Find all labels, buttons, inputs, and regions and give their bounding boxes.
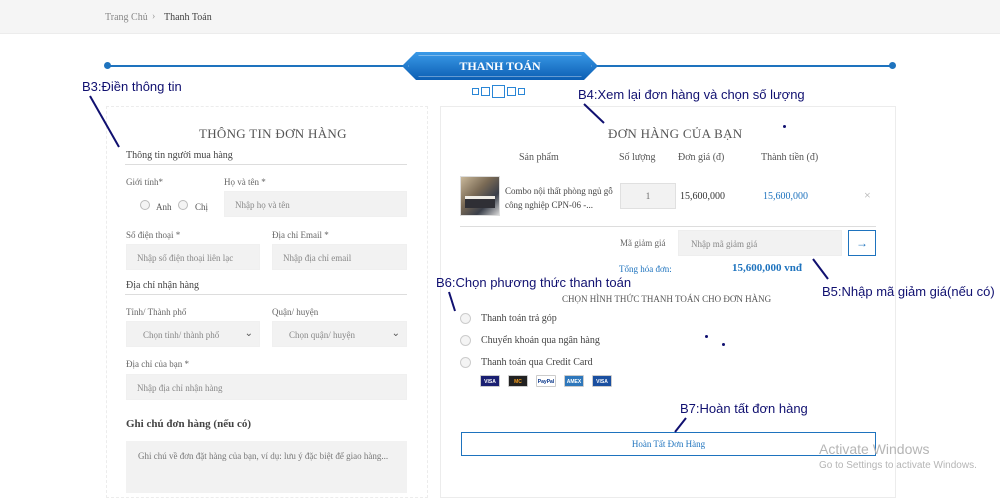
card-logos: VISA MC PayPal AMEX VISA (480, 375, 612, 387)
province-label: Tỉnh/ Thành phố (126, 307, 187, 317)
product-name-link[interactable]: Combo nội thất phòng ngủ gỗ công nghiệp … (505, 184, 617, 212)
cart-row-divider (460, 226, 876, 227)
gender-label-anh: Anh (156, 202, 172, 212)
payment-radio-installment[interactable] (460, 313, 471, 324)
payment-option-installment[interactable]: Thanh toán trả góp (481, 313, 557, 324)
payment-radio-credit-card[interactable] (460, 357, 471, 368)
province-select-value: Chọn tỉnh/ thành phố (143, 330, 220, 340)
payment-option-bank-transfer[interactable]: Chuyển khoản qua ngân hàng (481, 335, 600, 346)
column-header-subtotal: Thành tiền (đ) (761, 152, 819, 163)
visa-card-icon: VISA (480, 375, 500, 387)
payment-heading: CHỌN HÌNH THỨC THANH TOÁN CHO ĐƠN HÀNG (562, 294, 772, 304)
annotation-step-7: B7:Hoàn tất đơn hàng (680, 401, 808, 416)
address-section-title: Địa chỉ nhận hàng (126, 280, 200, 291)
annotation-dot (705, 335, 708, 338)
payment-radio-bank-transfer[interactable] (460, 335, 471, 346)
column-header-product: Sản phẩm (519, 152, 559, 163)
district-select-value: Chọn quận/ huyện (289, 330, 355, 340)
district-select[interactable]: Chọn quận/ huyện ⌄ (272, 321, 407, 347)
name-input[interactable]: Nhập họ và tên (224, 191, 407, 217)
district-label: Quận/ huyện (272, 307, 319, 317)
chevron-down-icon: ⌄ (244, 328, 253, 339)
notes-title: Ghi chú đơn hàng (nếu có) (126, 418, 251, 430)
promo-label: Mã giảm giá (620, 238, 666, 248)
remove-item-icon[interactable]: × (864, 188, 871, 203)
address-input[interactable]: Nhập địa chỉ nhận hàng (126, 374, 407, 400)
breadcrumb-separator-icon: › (152, 11, 156, 22)
buyer-section-title: Thông tin người mua hàng (126, 150, 233, 161)
complete-order-button[interactable]: Hoàn Tất Đơn Hàng (461, 432, 876, 456)
promo-input[interactable]: Nhập mã giảm giá (678, 230, 842, 256)
email-input[interactable]: Nhập địa chỉ email (272, 244, 407, 270)
title-divider-left (108, 65, 404, 67)
column-header-quantity: Số lượng (619, 152, 656, 163)
amex-icon: AMEX (564, 375, 584, 387)
paypal-icon: PayPal (536, 375, 556, 387)
notes-textarea[interactable]: Ghi chú về đơn đặt hàng của bạn, ví dụ: … (126, 441, 407, 493)
order-info-heading: THÔNG TIN ĐƠN HÀNG (199, 126, 347, 141)
page-title-border (408, 55, 592, 77)
email-label: Địa chỉ Email * (272, 230, 329, 240)
gender-radio-anh[interactable] (140, 200, 150, 210)
activation-watermark-title: Activate Windows (819, 441, 930, 457)
gender-radio-chi[interactable] (178, 200, 188, 210)
activation-watermark-subtitle: Go to Settings to activate Windows. (819, 460, 977, 471)
title-ornament-icon (472, 85, 525, 98)
name-label: Họ và tên * (224, 177, 266, 187)
product-thumbnail-detail (465, 196, 495, 208)
cart-heading: ĐƠN HÀNG CỦA BẠN (608, 126, 743, 141)
unit-price: 15,600,000 (680, 191, 725, 202)
gender-label-chi: Chị (195, 202, 209, 212)
annotation-dot (783, 125, 786, 128)
total-value: 15,600,000 vnđ (732, 262, 802, 274)
breadcrumb-home-link[interactable]: Trang Chủ (105, 12, 148, 23)
annotation-step-3: B3:Điền thông tin (82, 79, 182, 94)
breadcrumb-bar (0, 0, 1000, 34)
province-select[interactable]: Chọn tỉnh/ thành phố ⌄ (126, 321, 260, 347)
phone-label: Số điện thoại * (126, 230, 181, 240)
title-divider-right (596, 65, 892, 67)
annotation-step-6: B6:Chọn phương thức thanh toán (436, 275, 632, 290)
column-header-unit-price: Đơn giá (đ) (678, 152, 725, 163)
phone-input[interactable]: Nhập số điện thoại liên lạc (126, 244, 260, 270)
payment-option-credit-card[interactable]: Thanh toán qua Credit Card (481, 357, 593, 368)
address-section-divider (125, 294, 407, 295)
breadcrumb-current: Thanh Toán (164, 12, 212, 23)
buyer-section-divider (125, 164, 407, 165)
apply-promo-button[interactable]: → (848, 230, 876, 256)
title-dot-left (104, 62, 111, 69)
address-label: Địa chỉ của bạn * (126, 359, 189, 369)
annotation-dot (722, 343, 725, 346)
chevron-down-icon: ⌄ (391, 328, 400, 339)
annotation-step-5: B5:Nhập mã giảm giá(nếu có) (822, 284, 995, 299)
title-dot-right (889, 62, 896, 69)
annotation-step-4: B4:Xem lại đơn hàng và chọn số lượng (578, 87, 805, 102)
gender-label: Giới tính* (126, 177, 164, 187)
mastercard-icon: MC (508, 375, 528, 387)
line-subtotal: 15,600,000 (763, 191, 808, 202)
quantity-input[interactable]: 1 (620, 183, 676, 209)
visa-electron-icon: VISA (592, 375, 612, 387)
total-label: Tổng hóa đơn: (619, 264, 672, 274)
